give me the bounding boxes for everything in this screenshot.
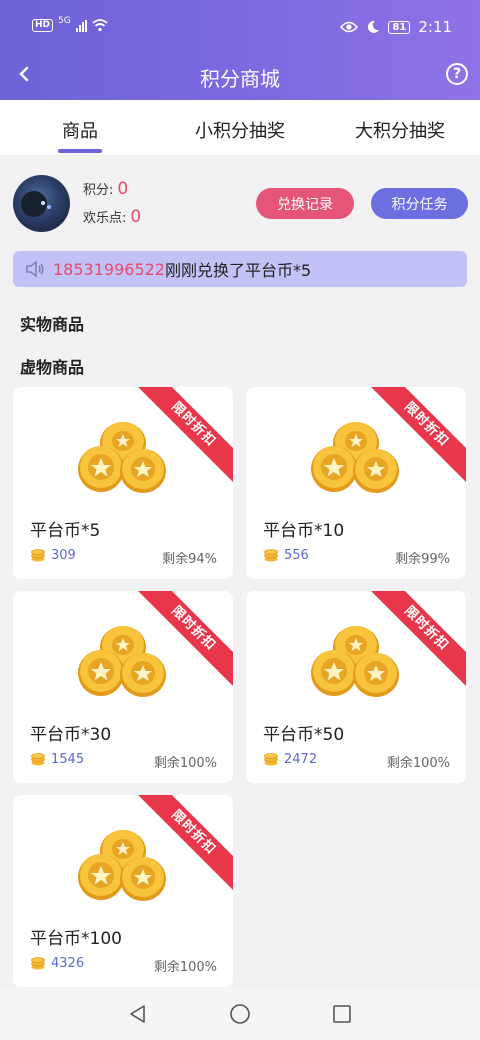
product-card[interactable]: 限时折扣 平台币*50 2472 剩余100%: [246, 591, 466, 783]
page-title: 积分商城: [200, 67, 280, 91]
product-name: 平台币*30: [30, 725, 112, 745]
points-value: 0: [117, 179, 129, 199]
product-card[interactable]: 限时折扣 平台币*5 309 剩余94%: [13, 387, 233, 579]
system-nav-bar: [0, 988, 480, 1040]
section-virtual-goods: 虚物商品: [20, 358, 85, 377]
status-bar: HD 5G 81 2:11: [0, 0, 480, 50]
header: HD 5G 81 2:11 积分商城 ?: [0, 0, 480, 100]
price-value: 2472: [284, 751, 318, 767]
signal-icon: [75, 19, 87, 32]
product-card[interactable]: 限时折扣 平台币*100 4326 剩余100%: [13, 795, 233, 987]
notice-bar: 18531996522 刚刚兑换了平台币*5: [13, 251, 467, 287]
points-task-button[interactable]: 积分任务: [371, 188, 468, 219]
nav-recent-icon[interactable]: [330, 1002, 354, 1026]
product-name: 平台币*10: [263, 521, 345, 541]
tab-bar: 商品 小积分抽奖 大积分抽奖: [0, 100, 480, 155]
profile-panel: 积分: 0 欢乐点: 0 兑换记录 积分任务: [0, 155, 480, 250]
points-stat: 积分: 0: [83, 179, 128, 199]
nav-home-icon[interactable]: [228, 1002, 252, 1026]
avatar[interactable]: [13, 175, 70, 232]
joy-stat: 欢乐点: 0: [83, 207, 141, 227]
product-card[interactable]: 限时折扣 平台币*10 556 剩余99%: [246, 387, 466, 579]
hd-badge: HD: [32, 19, 54, 32]
product-name: 平台币*100: [30, 929, 122, 949]
remaining-stock: 剩余100%: [153, 960, 217, 975]
coin-stack-icon: [31, 957, 45, 970]
product-price: 1545: [30, 751, 84, 767]
price-value: 556: [284, 547, 309, 563]
remaining-stock: 剩余100%: [386, 756, 450, 771]
coins-icon: [311, 626, 399, 697]
product-price: 556: [263, 547, 309, 563]
coin-stack-icon: [264, 549, 278, 562]
coins-icon: [78, 830, 166, 901]
coin-stack-icon: [31, 549, 45, 562]
price-value: 309: [51, 547, 76, 563]
coin-stack-icon: [31, 753, 45, 766]
network-type: 5G: [58, 15, 71, 26]
tab-big-lottery[interactable]: 大积分抽奖: [320, 100, 480, 155]
tab-small-lottery[interactable]: 小积分抽奖: [160, 100, 320, 155]
section-physical-goods: 实物商品: [20, 315, 85, 334]
remaining-stock: 剩余94%: [162, 552, 217, 567]
wifi-icon: [92, 19, 108, 32]
eye-icon: [340, 21, 359, 33]
help-circle-icon[interactable]: ?: [446, 63, 468, 85]
title-bar: 积分商城 ?: [0, 50, 480, 100]
coins-icon: [78, 626, 166, 697]
product-price: 2472: [263, 751, 317, 767]
product-name: 平台币*50: [263, 725, 345, 745]
clock: 2:11: [418, 18, 452, 36]
tab-goods[interactable]: 商品: [0, 100, 160, 155]
points-label: 积分:: [83, 183, 114, 198]
joy-value: 0: [130, 207, 142, 227]
coin-stack-icon: [264, 753, 278, 766]
joy-label: 欢乐点:: [83, 211, 127, 226]
product-card[interactable]: 限时折扣 平台币*30 1545 剩余100%: [13, 591, 233, 783]
notice-text: 刚刚兑换了平台币*5: [164, 261, 312, 280]
product-name: 平台币*5: [30, 521, 101, 541]
product-price: 4326: [30, 955, 84, 971]
coins-icon: [78, 422, 166, 493]
notice-number: 18531996522: [53, 259, 165, 279]
remaining-stock: 剩余100%: [153, 756, 217, 771]
nav-back-icon[interactable]: [126, 1002, 150, 1026]
price-value: 4326: [51, 955, 85, 971]
speaker-icon: [26, 260, 44, 278]
exchange-record-button[interactable]: 兑换记录: [256, 188, 354, 219]
coins-icon: [311, 422, 399, 493]
battery-icon: 81: [388, 20, 411, 34]
moon-icon: [368, 20, 380, 33]
remaining-stock: 剩余99%: [395, 552, 450, 567]
price-value: 1545: [51, 751, 85, 767]
product-price: 309: [30, 547, 76, 563]
